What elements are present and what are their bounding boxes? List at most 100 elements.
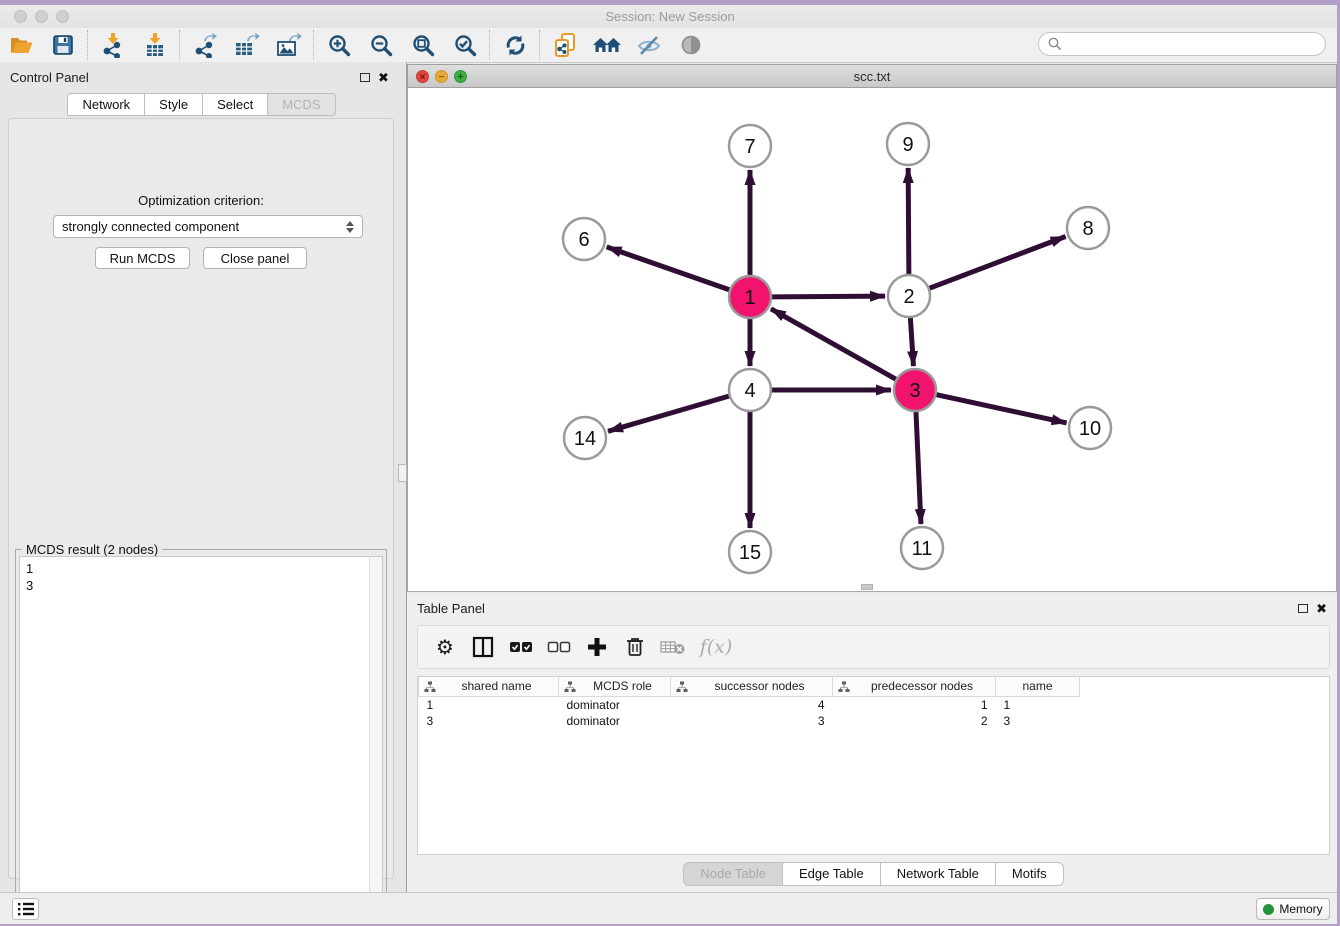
import-network-button[interactable] <box>92 29 134 61</box>
graph-edge-1-2[interactable] <box>772 296 885 297</box>
table-cell[interactable]: 1 <box>996 696 1080 713</box>
tab-motifs[interactable]: Motifs <box>996 862 1064 886</box>
table-cell[interactable]: 1 <box>833 696 996 713</box>
task-history-button[interactable] <box>12 898 39 920</box>
save-floppy-icon <box>51 33 75 57</box>
search-input[interactable] <box>1063 36 1307 53</box>
export-network-button[interactable] <box>184 29 226 61</box>
open-session-button[interactable] <box>0 29 42 61</box>
control-panel-tabs: Network Style Select MCDS <box>0 93 403 116</box>
network-window-titlebar[interactable]: × − + scc.txt <box>407 64 1337 88</box>
close-table-panel-icon[interactable]: ✖ <box>1316 603 1327 615</box>
gear-icon: ⚙ <box>436 635 454 659</box>
graph-edge-1-6[interactable] <box>607 247 730 290</box>
network-graph[interactable]: 7968124314101511 <box>408 88 1336 590</box>
graph-node-label-10: 10 <box>1079 418 1101 440</box>
delete-column-button[interactable] <box>618 630 652 664</box>
graph-node-label-14: 14 <box>574 428 596 450</box>
table-cell[interactable]: 3 <box>996 713 1080 729</box>
zoom-in-button[interactable] <box>318 29 360 61</box>
memory-label: Memory <box>1279 902 1322 916</box>
export-table-button[interactable] <box>226 29 268 61</box>
tab-edge-table[interactable]: Edge Table <box>783 862 881 886</box>
graph-node-label-9: 9 <box>902 134 913 156</box>
zoom-selected-icon <box>453 33 478 58</box>
export-image-button[interactable] <box>268 29 310 61</box>
import-table-button[interactable] <box>134 29 176 61</box>
result-scrollbar[interactable] <box>369 557 382 926</box>
tab-node-table[interactable]: Node Table <box>683 862 783 886</box>
list-icon <box>17 901 35 917</box>
tab-mcds[interactable]: MCDS <box>268 93 335 116</box>
graph-edge-4-14[interactable] <box>608 396 729 431</box>
delete-table-button[interactable] <box>656 630 690 664</box>
table-cell[interactable]: 4 <box>671 696 833 713</box>
col-header-name[interactable]: name <box>996 677 1080 696</box>
table-row[interactable]: 3dominator323 <box>419 713 1080 729</box>
graph-edge-2-8[interactable] <box>930 237 1066 289</box>
graph-node-label-7: 7 <box>744 136 755 158</box>
main-toolbar <box>0 28 1340 63</box>
toolbar-separator <box>87 30 89 60</box>
criterion-select[interactable]: strongly connected component <box>53 215 363 238</box>
tab-style[interactable]: Style <box>145 93 203 116</box>
tab-network[interactable]: Network <box>67 93 145 116</box>
network-canvas[interactable]: 7968124314101511 <box>407 88 1337 592</box>
mcds-result-group: MCDS result (2 nodes) 1 3 <box>15 549 387 926</box>
table-cell[interactable]: 3 <box>419 713 559 729</box>
show-graphics-details-button[interactable] <box>670 29 712 61</box>
search-icon <box>1047 36 1063 52</box>
table-header-row: shared name MCDS role successor nodes pr… <box>419 677 1080 696</box>
table-settings-button[interactable]: ⚙ <box>428 630 462 664</box>
table-cell[interactable]: dominator <box>559 696 671 713</box>
graph-node-label-3: 3 <box>909 380 920 402</box>
table-cell[interactable]: dominator <box>559 713 671 729</box>
graph-edge-3-1[interactable] <box>771 309 896 379</box>
function-builder-button[interactable]: f(x) <box>694 630 738 664</box>
close-panel-icon[interactable]: ✖ <box>378 72 389 84</box>
hide-graphics-details-button[interactable] <box>628 29 670 61</box>
zoom-out-button[interactable] <box>360 29 402 61</box>
zoom-selected-button[interactable] <box>444 29 486 61</box>
tab-network-table[interactable]: Network Table <box>881 862 996 886</box>
column-type-icon <box>424 681 436 693</box>
control-panel-header: Control Panel ✖ <box>0 66 403 90</box>
mcds-result-text: 1 3 <box>26 560 33 594</box>
col-header-successor-nodes[interactable]: successor nodes <box>671 677 833 696</box>
graph-edge-3-11[interactable] <box>916 412 921 524</box>
close-panel-button[interactable]: Close panel <box>203 247 307 269</box>
graph-edge-2-9[interactable] <box>908 168 909 274</box>
graph-node-label-1: 1 <box>744 287 755 309</box>
graph-edge-3-10[interactable] <box>936 395 1066 423</box>
table-cell[interactable]: 3 <box>671 713 833 729</box>
canvas-hscroll-thumb[interactable] <box>861 584 873 590</box>
float-panel-icon[interactable] <box>360 73 370 82</box>
fx-icon: f(x) <box>700 636 733 658</box>
col-header-shared-name[interactable]: shared name <box>419 677 559 696</box>
graph-node-label-4: 4 <box>744 380 755 402</box>
deselect-all-columns-button[interactable] <box>542 630 576 664</box>
select-all-icon <box>509 639 533 655</box>
float-table-panel-icon[interactable] <box>1298 604 1308 613</box>
memory-button[interactable]: Memory <box>1256 898 1330 920</box>
clone-network-button[interactable] <box>544 29 586 61</box>
select-all-columns-button[interactable] <box>504 630 538 664</box>
refresh-button[interactable] <box>494 29 536 61</box>
first-neighbors-button[interactable] <box>586 29 628 61</box>
tab-select[interactable]: Select <box>203 93 268 116</box>
column-layout-button[interactable] <box>466 630 500 664</box>
col-header-predecessor-nodes[interactable]: predecessor nodes <box>833 677 996 696</box>
col-header-mcds-role[interactable]: MCDS role <box>559 677 671 696</box>
add-column-button[interactable] <box>580 630 614 664</box>
mcds-result-textarea[interactable]: 1 3 <box>19 556 383 926</box>
save-session-button[interactable] <box>42 29 84 61</box>
graph-edge-2-3[interactable] <box>910 318 913 366</box>
run-mcds-button[interactable]: Run MCDS <box>95 247 190 269</box>
table-cell[interactable]: 2 <box>833 713 996 729</box>
graph-node-label-2: 2 <box>903 286 914 308</box>
table-cell[interactable]: 1 <box>419 696 559 713</box>
table-row[interactable]: 1dominator411 <box>419 696 1080 713</box>
splitter-handle[interactable] <box>398 464 407 482</box>
plus-icon <box>586 636 608 658</box>
zoom-fit-button[interactable] <box>402 29 444 61</box>
